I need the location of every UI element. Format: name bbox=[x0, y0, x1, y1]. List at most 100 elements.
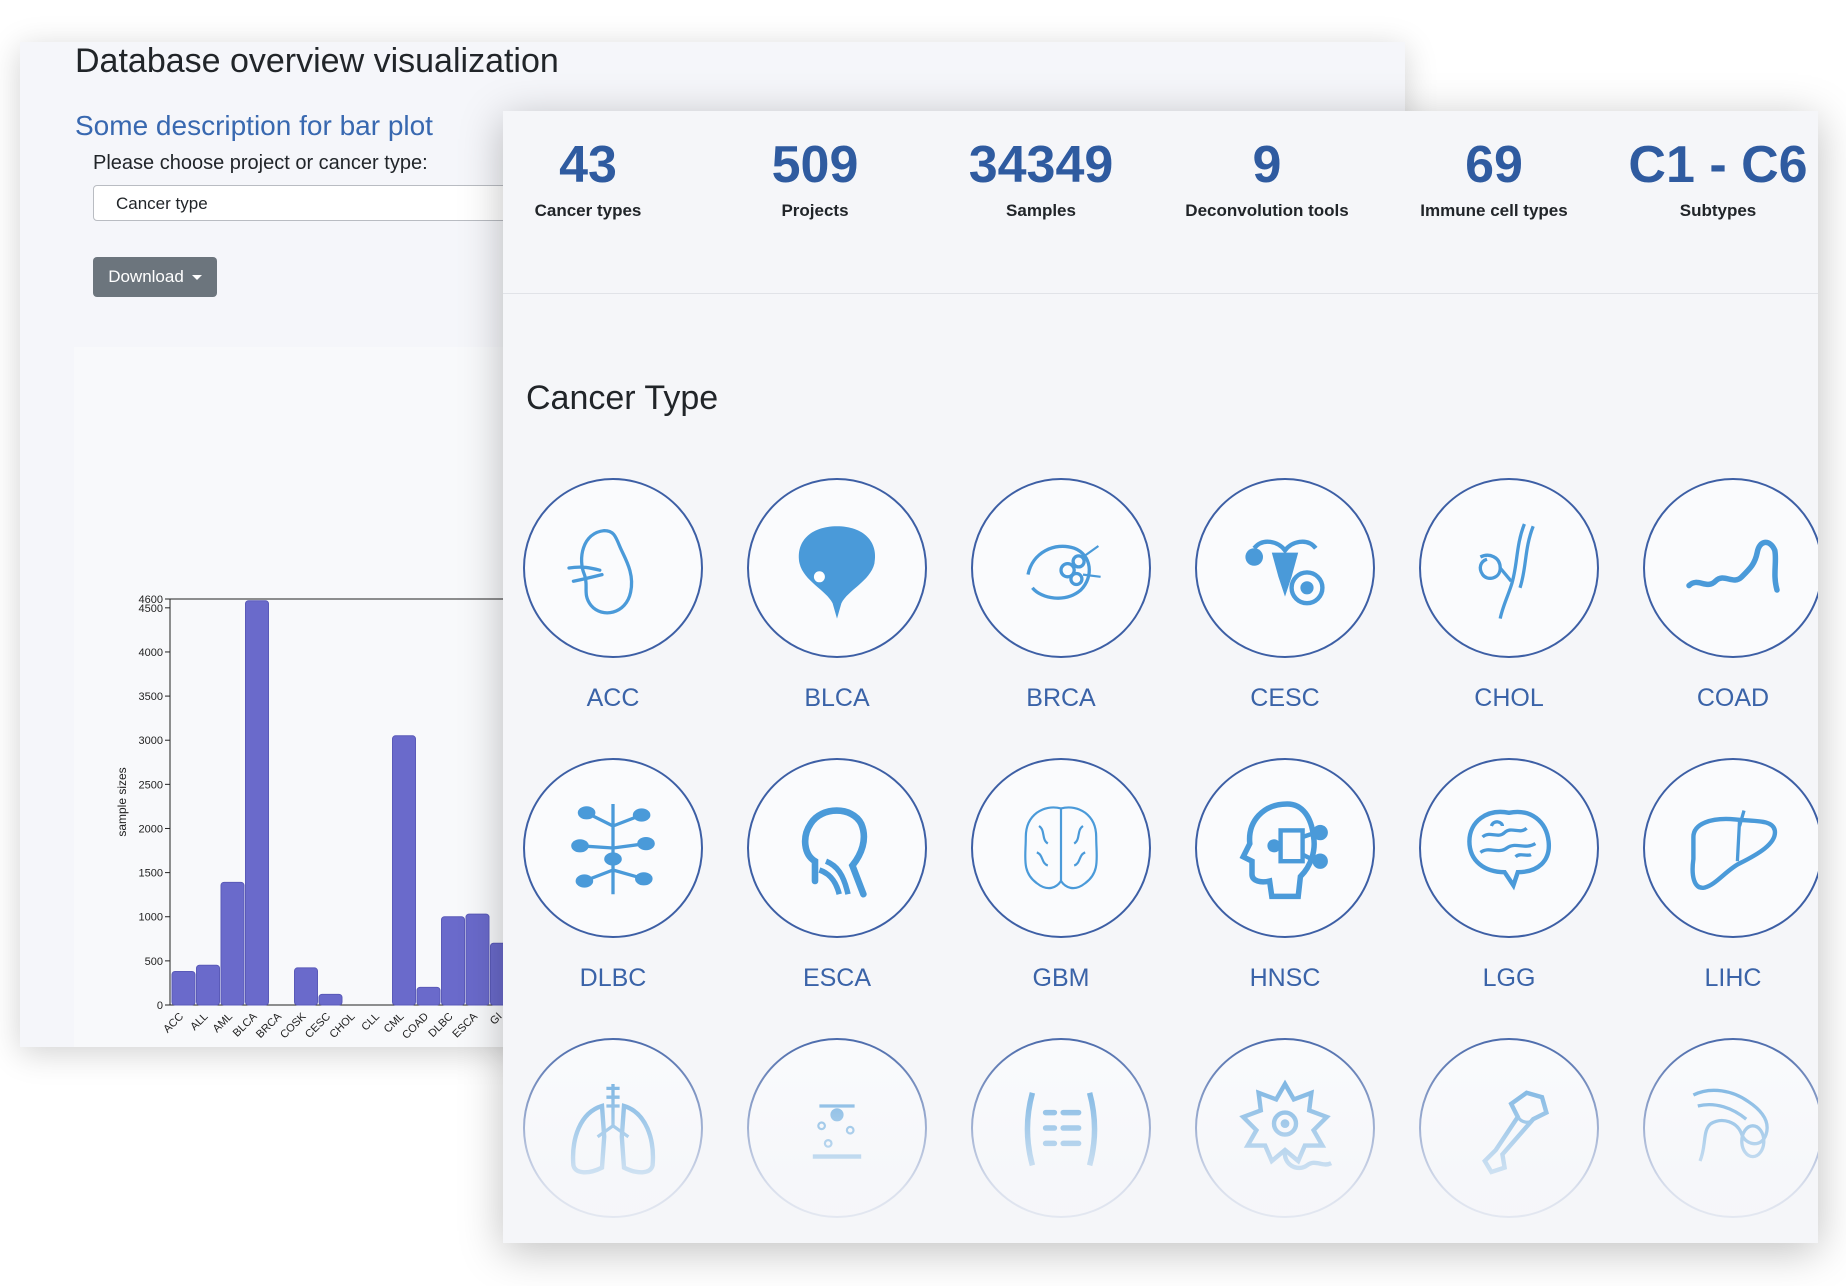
download-button[interactable]: Download bbox=[93, 257, 217, 297]
stat-value: 43 bbox=[559, 136, 617, 194]
cancer-type-label: LGG bbox=[1482, 964, 1536, 992]
cancer-type-circle bbox=[523, 478, 703, 658]
cancer-type-gbm[interactable]: GBM bbox=[971, 758, 1151, 993]
x-tick-label: ALL bbox=[188, 1011, 210, 1033]
y-tick-label: 3000 bbox=[139, 735, 163, 747]
cancer-type-esca[interactable]: ESCA bbox=[747, 758, 927, 993]
cancer-type-circle bbox=[747, 1038, 927, 1218]
x-tick-label: DLBC bbox=[426, 1011, 455, 1040]
y-tick-label: 0 bbox=[157, 1000, 163, 1012]
head-neck-icon bbox=[1239, 801, 1328, 900]
stat-label: Cancer types bbox=[534, 201, 642, 220]
y-axis-title: sample sizes bbox=[115, 767, 129, 836]
x-tick-label: CESC bbox=[303, 1011, 333, 1041]
cancer-type-circle bbox=[747, 478, 927, 658]
bar-aml bbox=[220, 881, 245, 1006]
x-tick-label: COSK bbox=[278, 1010, 309, 1041]
liver-icon bbox=[1690, 810, 1778, 890]
cancer-type-label: CHOL bbox=[1474, 684, 1544, 712]
bar-coad bbox=[416, 986, 441, 1006]
cancer-type-brca[interactable]: BRCA bbox=[971, 478, 1151, 713]
cancer-type-cesc[interactable]: CESC bbox=[1195, 478, 1375, 713]
cancer-type-lihc[interactable]: LIHC bbox=[1643, 758, 1818, 993]
lungs-icon bbox=[570, 1084, 656, 1175]
bar-plot-description: Some description for bar plot bbox=[75, 110, 433, 141]
stat-label: Deconvolution tools bbox=[1185, 201, 1349, 220]
cancer-type-blca[interactable]: BLCA bbox=[747, 478, 927, 713]
stat-cancer-types: 43 Cancer types bbox=[503, 135, 698, 221]
stat-value: 9 bbox=[1252, 136, 1282, 194]
colon-icon bbox=[1686, 539, 1780, 593]
y-tick-label: 1500 bbox=[139, 868, 163, 880]
esophagus-icon bbox=[801, 807, 868, 898]
y-tick-label: 2000 bbox=[139, 823, 163, 835]
cancer-type-ov[interactable]: OV bbox=[1643, 1038, 1818, 1243]
cancer-type-title: Cancer Type bbox=[526, 379, 719, 417]
cancer-type-os[interactable]: OS bbox=[1419, 1038, 1599, 1243]
cancer-type-label: LIHC bbox=[1704, 964, 1762, 992]
stat-value: C1 - C6 bbox=[1628, 136, 1808, 194]
neuroblast-icon bbox=[1239, 1079, 1333, 1171]
stat-value: 509 bbox=[771, 136, 859, 194]
x-tick-label: CLL bbox=[359, 1011, 382, 1034]
bladder-icon bbox=[798, 526, 876, 619]
brain-icon bbox=[1467, 809, 1551, 891]
x-tick-label: BRCA bbox=[254, 1010, 285, 1041]
y-tick-label: 4600 bbox=[139, 594, 163, 606]
cancer-type-meso[interactable]: MESO bbox=[971, 1038, 1151, 1243]
cancer-type-label: HNSC bbox=[1249, 964, 1321, 992]
cancer-type-circle bbox=[971, 478, 1151, 658]
cancer-type-circle bbox=[1195, 758, 1375, 938]
cancer-type-circle bbox=[971, 1038, 1151, 1218]
cancer-type-coad[interactable]: COAD bbox=[1643, 478, 1818, 713]
stat-projects: 509 Projects bbox=[705, 135, 925, 221]
summary-panel: 43 Cancer types 509 Projects 34349 Samples 9 De… bbox=[503, 111, 1818, 1243]
cancer-type-circle bbox=[1643, 478, 1818, 658]
brain-outline-icon bbox=[1024, 806, 1098, 890]
cancer-type-hnsc[interactable]: HNSC bbox=[1195, 758, 1375, 993]
stat-label: Subtypes bbox=[1679, 201, 1757, 220]
stat-immune-cell-types: 69 Immune cell types bbox=[1384, 135, 1604, 221]
cancer-type-circle bbox=[1195, 478, 1375, 658]
bar-cosk bbox=[294, 967, 318, 1006]
cancer-type-circle bbox=[1419, 1038, 1599, 1218]
cancer-type-label: GBM bbox=[1032, 964, 1090, 992]
stat-label: Samples bbox=[1006, 201, 1076, 220]
y-tick-label: 2500 bbox=[139, 779, 163, 791]
cancer-type-chol[interactable]: CHOL bbox=[1419, 478, 1599, 713]
cancer-type-label: CESC bbox=[1250, 684, 1320, 712]
x-tick-label: ESCA bbox=[450, 1010, 480, 1040]
cancer-type-circle bbox=[523, 758, 703, 938]
bar-cesc bbox=[318, 993, 343, 1006]
download-button-label: Download bbox=[108, 267, 184, 286]
cancer-type-label: BLCA bbox=[804, 684, 870, 712]
cancer-type-circle bbox=[747, 758, 927, 938]
bone-icon bbox=[1482, 1090, 1550, 1175]
cancer-type-circle bbox=[1643, 1038, 1818, 1218]
type-select-value: Cancer type bbox=[116, 194, 208, 213]
cancer-type-circle bbox=[1419, 478, 1599, 658]
choose-type-label: Please choose project or cancer type: bbox=[93, 152, 428, 174]
bar-esca bbox=[465, 913, 490, 1006]
y-tick-label: 1000 bbox=[139, 912, 163, 924]
bar-cml bbox=[392, 735, 416, 1006]
stats-bar: 43 Cancer types 509 Projects 34349 Samples 9 De… bbox=[503, 111, 1818, 294]
cancer-type-lgg[interactable]: LGG bbox=[1419, 758, 1599, 993]
ovary-icon bbox=[1692, 1088, 1769, 1162]
bar-dlbc bbox=[441, 916, 465, 1006]
cancer-type-dlbc[interactable]: DLBC bbox=[523, 758, 703, 993]
breast-icon bbox=[1026, 544, 1101, 600]
bile-duct-icon bbox=[1478, 523, 1535, 619]
cancer-type-circle bbox=[1419, 758, 1599, 938]
cancer-type-luad[interactable]: LUAD bbox=[523, 1038, 703, 1243]
stat-value: 69 bbox=[1465, 136, 1523, 194]
lymph-node-icon bbox=[571, 804, 655, 895]
uterus-icon bbox=[1245, 539, 1325, 606]
stat-subtypes: C1 - C6 Subtypes bbox=[1608, 135, 1818, 221]
stat-label: Immune cell types bbox=[1420, 201, 1568, 220]
cancer-type-acc[interactable]: ACC bbox=[523, 478, 703, 713]
cancer-type-nbl[interactable]: NBL bbox=[1195, 1038, 1375, 1243]
cancer-type-label: COAD bbox=[1696, 684, 1770, 712]
cancer-type-lusc[interactable]: LUSC bbox=[747, 1038, 927, 1243]
x-tick-label: CHOL bbox=[328, 1011, 358, 1041]
